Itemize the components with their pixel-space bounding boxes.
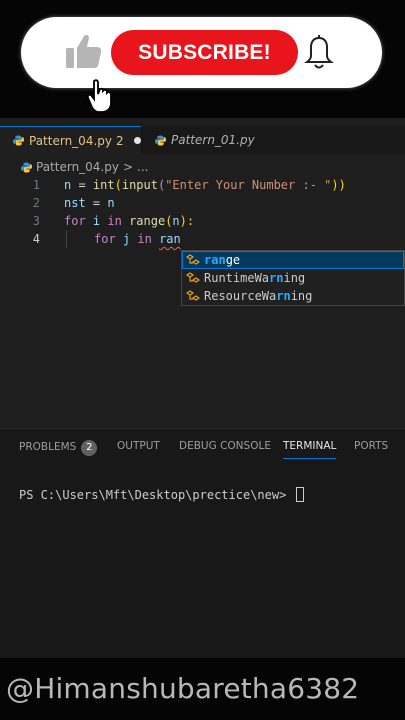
- editor-tabbar: Pattern_04.py 2 Pattern_01.py: [0, 126, 405, 154]
- code-text: n = int(input("Enter Your Number :- ")): [64, 178, 346, 192]
- suggestion-item[interactable]: RuntimeWa rn ing: [182, 269, 404, 287]
- autocomplete-popup: ran ge RuntimeWa rn ing Resource Wa rn ing: [181, 250, 405, 306]
- tab-output[interactable]: OUTPUT: [117, 440, 160, 452]
- breadcrumb-chevron: >: [122, 160, 134, 174]
- code-area[interactable]: 1 n = int(input("Enter Your Number :- ")…: [0, 176, 405, 248]
- class-symbol-icon: [186, 254, 200, 265]
- code-line: 2 nst = n: [0, 194, 405, 212]
- line-number: 2: [32, 196, 40, 210]
- terminal-prompt[interactable]: PS C:\Users\Mft\Desktop\prectice\new>: [19, 487, 304, 502]
- tab-label: Pattern_04.py: [29, 133, 112, 148]
- python-file-icon: [21, 161, 32, 173]
- suggestion-item[interactable]: Resource Wa rn ing: [182, 287, 404, 305]
- breadcrumb-file[interactable]: Pattern_04.py: [36, 160, 119, 174]
- problems-count-badge: 2: [81, 440, 98, 456]
- tab-pattern-04[interactable]: Pattern_04.py 2: [0, 126, 141, 154]
- thumbs-up-icon[interactable]: [62, 30, 106, 74]
- tab-pattern-01[interactable]: Pattern_01.py: [142, 126, 272, 154]
- code-text: nst = n: [64, 196, 115, 210]
- line-number: 3: [32, 214, 40, 228]
- tab-label: Pattern_01.py: [171, 133, 255, 147]
- channel-watermark: @Himanshubaretha6382: [6, 672, 360, 705]
- bell-icon[interactable]: [302, 34, 336, 72]
- prompt-text: PS C:\Users\Mft\Desktop\prectice\new>: [19, 487, 294, 502]
- breadcrumb[interactable]: Pattern_04.py > ...: [21, 160, 149, 174]
- code-text: for j in ran: [94, 232, 181, 246]
- line-number: 1: [32, 178, 40, 192]
- code-line: 1 n = int(input("Enter Your Number :- ")…: [0, 176, 405, 194]
- class-symbol-icon: [186, 272, 200, 283]
- indent-guide: [66, 230, 67, 248]
- bottom-panel: PROBLEMS 2 OUTPUT DEBUG CONSOLE TERMINAL …: [0, 428, 405, 658]
- breadcrumb-more[interactable]: ...: [137, 160, 148, 174]
- terminal-cursor: [295, 487, 304, 502]
- suggestion-item[interactable]: ran ge: [182, 251, 404, 269]
- code-line: 4 for j in ran: [0, 230, 405, 248]
- code-text: for i in range(n):: [64, 214, 195, 228]
- subscribe-button[interactable]: SUBSCRIBE!: [111, 30, 298, 75]
- tab-ports[interactable]: PORTS: [354, 440, 388, 452]
- python-file-icon: [13, 135, 24, 146]
- unsaved-dot-icon[interactable]: [133, 137, 141, 144]
- code-line: 3 for i in range(n):: [0, 212, 405, 230]
- tab-problem-count: 2: [115, 133, 124, 148]
- line-number: 4: [32, 232, 40, 246]
- panel-tabs: PROBLEMS 2 OUTPUT DEBUG CONSOLE TERMINAL …: [0, 429, 405, 463]
- hand-cursor-icon: [86, 79, 112, 113]
- class-symbol-icon: [186, 290, 200, 301]
- tab-problems[interactable]: PROBLEMS 2: [19, 440, 98, 456]
- python-file-icon: [155, 134, 166, 146]
- tab-debug-console[interactable]: DEBUG CONSOLE: [179, 440, 271, 452]
- tab-terminal[interactable]: TERMINAL: [283, 440, 337, 459]
